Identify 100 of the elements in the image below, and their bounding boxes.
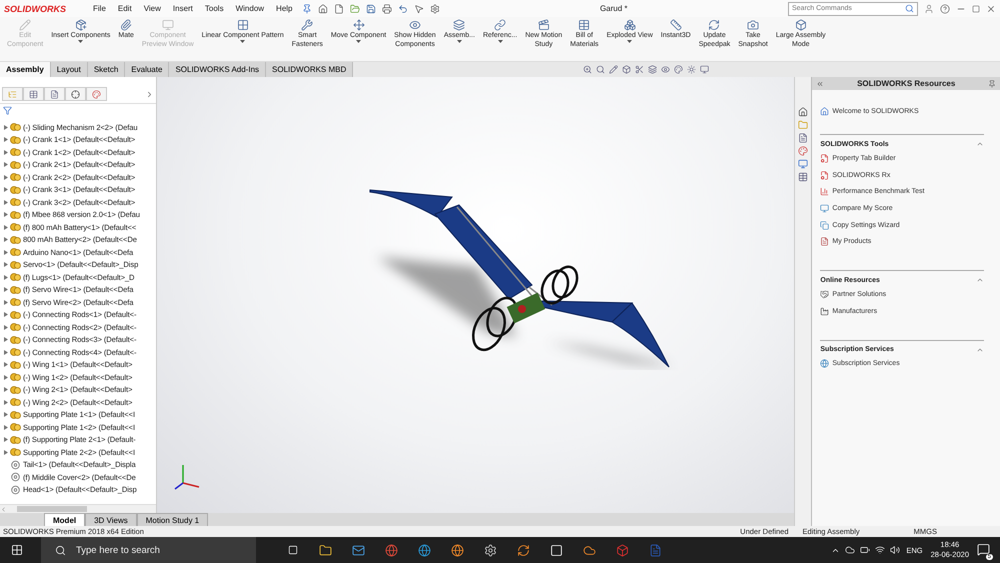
menu-item[interactable]: View <box>140 4 164 13</box>
collapse-icon[interactable] <box>816 80 824 88</box>
menu-item[interactable]: Edit <box>114 4 135 13</box>
gear-icon[interactable] <box>484 544 497 556</box>
document-icon[interactable] <box>820 237 830 246</box>
expand-arrow-icon[interactable] <box>4 262 8 268</box>
expand-arrow-icon[interactable] <box>4 312 8 318</box>
camera-icon[interactable] <box>747 19 760 31</box>
scrollbar-thumb[interactable] <box>17 506 87 512</box>
sun-icon[interactable] <box>687 65 696 74</box>
package-plus-icon[interactable] <box>74 19 87 31</box>
monitor-icon[interactable] <box>798 159 808 169</box>
factory-icon[interactable] <box>820 306 830 316</box>
expand-arrow-icon[interactable] <box>4 387 8 392</box>
close-icon[interactable] <box>986 4 996 14</box>
settings-icon[interactable] <box>430 4 440 14</box>
filter-icon[interactable] <box>3 106 12 115</box>
paperclip-icon[interactable] <box>120 19 132 31</box>
open-folder-icon[interactable] <box>350 4 360 14</box>
dropdown-caret-icon[interactable] <box>240 40 246 43</box>
chevron-right-icon[interactable] <box>145 90 154 98</box>
save-icon[interactable] <box>366 4 376 14</box>
wifi-icon[interactable] <box>875 545 886 555</box>
expand-arrow-icon[interactable] <box>4 137 8 142</box>
globe-icon[interactable] <box>385 544 398 556</box>
volume-icon[interactable] <box>890 545 900 555</box>
clapperboard-icon[interactable] <box>538 19 550 31</box>
menu-item[interactable]: Insert <box>170 4 196 13</box>
expand-arrow-icon[interactable] <box>4 412 8 418</box>
expand-arrow-icon[interactable] <box>4 212 8 218</box>
chart-icon[interactable] <box>820 187 830 196</box>
command-tab[interactable]: SOLIDWORKS Add-Ins <box>169 62 266 77</box>
display-tab[interactable] <box>86 87 107 101</box>
model-tab[interactable]: Motion Study 1 <box>136 513 208 526</box>
boxes-icon[interactable] <box>624 19 636 31</box>
expand-arrow-icon[interactable] <box>4 350 8 355</box>
globe-icon[interactable] <box>820 359 830 368</box>
dropdown-caret-icon[interactable] <box>356 40 362 43</box>
expand-arrow-icon[interactable] <box>4 337 8 342</box>
expand-arrow-icon[interactable] <box>4 437 8 442</box>
expand-arrow-icon[interactable] <box>4 200 8 205</box>
wrench-icon[interactable] <box>301 19 314 31</box>
zoom-icon[interactable] <box>583 65 592 74</box>
expand-arrow-icon[interactable] <box>4 300 8 305</box>
globe-icon[interactable] <box>418 544 431 556</box>
user-icon[interactable] <box>924 4 934 14</box>
expand-arrow-icon[interactable] <box>4 174 8 180</box>
undo-icon[interactable] <box>398 4 408 14</box>
dropdown-caret-icon[interactable] <box>627 40 632 43</box>
crosshair-icon[interactable] <box>71 90 80 98</box>
table-icon[interactable] <box>29 90 38 98</box>
handshake-icon[interactable] <box>820 290 830 299</box>
ruler-icon[interactable] <box>670 19 682 31</box>
expand-arrow-icon[interactable] <box>4 250 8 255</box>
expand-arrow-icon[interactable] <box>4 400 8 405</box>
home-icon[interactable] <box>318 4 328 14</box>
expand-arrow-icon[interactable] <box>4 274 8 280</box>
expand-arrow-icon[interactable] <box>4 450 8 455</box>
layers-icon[interactable] <box>648 65 658 74</box>
copy-icon[interactable] <box>820 220 830 230</box>
menu-item[interactable]: File <box>90 4 109 13</box>
command-tab[interactable]: SOLIDWORKS MBD <box>266 62 354 77</box>
table-icon[interactable] <box>798 172 808 182</box>
pin-icon[interactable] <box>988 80 996 88</box>
monitor-icon[interactable] <box>700 65 710 74</box>
expand-arrow-icon[interactable] <box>4 374 8 380</box>
palette-icon[interactable] <box>92 90 101 98</box>
menu-item[interactable]: Window <box>232 4 268 13</box>
expand-arrow-icon[interactable] <box>4 150 8 155</box>
home-icon[interactable] <box>820 107 830 116</box>
model-tab[interactable]: Model <box>44 513 86 526</box>
pointer-icon[interactable] <box>414 4 424 14</box>
expand-arrow-icon[interactable] <box>4 224 8 230</box>
scroll-left-icon[interactable] <box>0 506 7 512</box>
refresh-icon[interactable] <box>517 544 530 556</box>
link-icon[interactable] <box>494 19 506 31</box>
palette-icon[interactable] <box>674 65 684 74</box>
cloud-icon[interactable] <box>845 545 856 555</box>
expand-arrow-icon[interactable] <box>4 162 8 168</box>
taskbar-search-box[interactable]: Type here to search <box>41 537 256 563</box>
command-tab[interactable]: Sketch <box>88 62 126 77</box>
expand-arrow-icon[interactable] <box>4 124 8 130</box>
menu-item[interactable]: Tools <box>202 4 227 13</box>
menu-item[interactable]: Help <box>273 4 296 13</box>
expand-arrow-icon[interactable] <box>4 287 8 292</box>
document-icon[interactable] <box>649 544 662 556</box>
expand-arrow-icon[interactable] <box>4 362 8 368</box>
print-icon[interactable] <box>382 4 392 14</box>
dropdown-caret-icon[interactable] <box>498 40 503 43</box>
scissors-icon[interactable] <box>635 65 644 74</box>
graphics-viewport[interactable] <box>157 77 794 513</box>
battery-icon[interactable] <box>860 545 870 555</box>
eye-icon[interactable] <box>661 65 670 74</box>
dropdown-caret-icon[interactable] <box>456 40 462 43</box>
cube-icon[interactable] <box>794 19 807 31</box>
monitor-icon[interactable] <box>820 204 830 213</box>
cube-icon[interactable] <box>622 65 632 74</box>
move-icon[interactable] <box>352 19 365 31</box>
pencil-icon[interactable] <box>609 65 618 74</box>
command-tab[interactable]: Layout <box>50 62 88 77</box>
